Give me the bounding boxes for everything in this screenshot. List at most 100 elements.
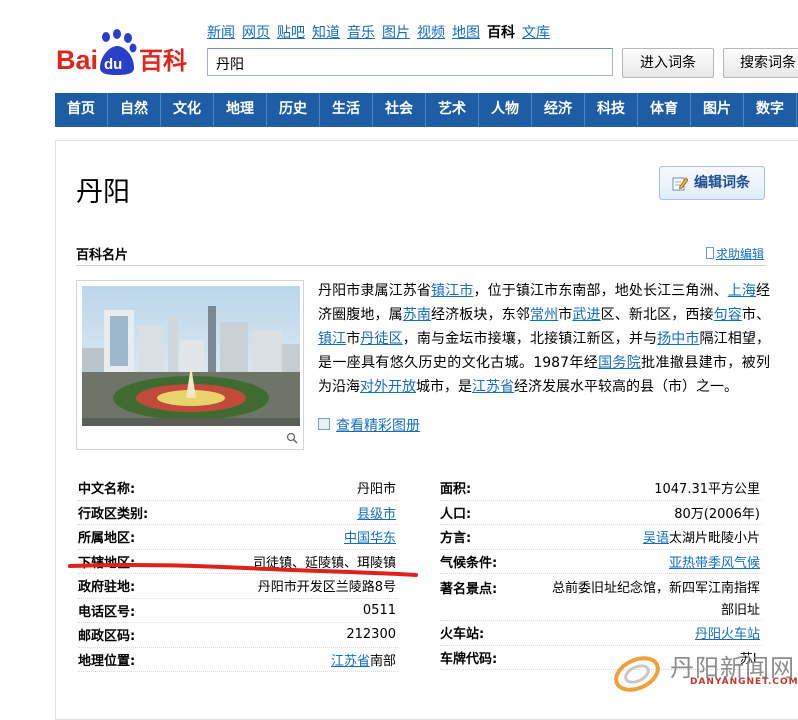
enter-entry-button[interactable]: 进入词条 [622, 48, 714, 78]
summary-text-segment: 市、 [741, 307, 771, 323]
bulb-icon [706, 247, 714, 259]
summary-link[interactable]: 镇江市 [431, 283, 473, 299]
category-geography[interactable]: 地理 [214, 93, 267, 127]
summary-link[interactable]: 苏南 [403, 307, 431, 323]
category-home[interactable]: 首页 [55, 93, 108, 127]
page-title: 丹阳 [76, 177, 130, 208]
product-link-tieba[interactable]: 贴吧 [277, 25, 305, 41]
section-title: 百科名片 [76, 248, 129, 263]
summary-text-segment: 城市，是 [416, 379, 472, 395]
category-nature[interactable]: 自然 [108, 93, 161, 127]
summary-link[interactable]: 武进 [572, 307, 600, 323]
info-label: 人口: [440, 506, 472, 522]
category-economy[interactable]: 经济 [532, 93, 585, 127]
summary-link[interactable]: 镇江 [318, 331, 346, 347]
info-value[interactable]: 中国华东 [344, 527, 396, 546]
product-nav: 新闻 网页 贴吧 知道 音乐 图片 视频 地图 百科 文库 [207, 22, 557, 42]
info-value: 丹阳市 [356, 482, 396, 498]
info-value-text: 太湖片毗陵小片 [668, 531, 760, 547]
red-underline-annotation [68, 562, 418, 577]
gallery-link[interactable]: 查看精彩图册 [318, 415, 420, 435]
summary-link[interactable]: 扬中市 [657, 331, 699, 347]
info-label: 车牌代码: [440, 651, 498, 667]
summary-text-segment: 丹阳市隶属江苏省 [318, 283, 432, 299]
category-digital[interactable]: 数字 [744, 93, 797, 127]
info-value: 0511 [362, 602, 396, 618]
category-culture[interactable]: 文化 [161, 93, 214, 127]
search-input[interactable]: 丹阳 [207, 48, 613, 76]
logo-baike-text: 百科 [139, 47, 187, 75]
summary-text-segment: 区、新北区，西接 [600, 307, 714, 323]
watermark-url: DANYANGNET.COM [690, 677, 798, 687]
section-divider [76, 265, 766, 266]
product-link-video[interactable]: 视频 [417, 25, 445, 41]
info-value: 江苏省南部 [331, 650, 396, 669]
gallery-link-label: 查看精彩图册 [336, 418, 420, 434]
category-nav: 首页 自然 文化 地理 历史 生活 社会 艺术 人物 经济 科技 体育 图片 数… [55, 93, 798, 127]
product-link-music[interactable]: 音乐 [347, 25, 375, 41]
logo-du-text: du [104, 56, 122, 73]
info-value: 1047.31平方公里 [654, 482, 760, 498]
info-label: 著名景点: [440, 582, 498, 597]
search-entry-button[interactable]: 搜索词条 [723, 48, 798, 78]
summary-text: 丹阳市隶属江苏省镇江市，位于镇江市东南部，地处长江三角洲、上海经济圈腹地，属苏南… [318, 279, 770, 399]
info-label: 所属地区: [78, 531, 136, 547]
zoom-icon[interactable] [286, 432, 298, 444]
info-value[interactable]: 亚热带季风气候 [669, 552, 760, 571]
summary-text-segment: ，位于镇江市东南部，地处长江三角洲、 [473, 283, 728, 299]
info-label: 电话区号: [78, 604, 136, 620]
summary-link[interactable]: 江苏省 [472, 379, 514, 395]
info-row: 火车站: 丹阳火车站 [440, 621, 762, 646]
info-value[interactable]: 县级市 [357, 503, 396, 522]
category-sports[interactable]: 体育 [638, 93, 691, 127]
summary-text-segment: 经济发展水平较高的县（市）之一。 [514, 379, 738, 395]
help-edit-label: 求助编辑 [716, 247, 765, 261]
category-people[interactable]: 人物 [479, 93, 532, 127]
info-row: 邮政区码: 212300 [78, 623, 398, 648]
info-label: 行政区类别: [78, 506, 149, 522]
info-label: 方言: [440, 531, 472, 547]
info-row: 气候条件: 亚热带季风气候 [440, 550, 762, 574]
info-row: 面积: 1047.31平方公里 [440, 476, 762, 501]
summary-link[interactable]: 国务院 [598, 355, 641, 371]
baidu-baike-logo[interactable]: Bai du 百科 [56, 28, 196, 78]
city-photo-frame[interactable] [76, 280, 304, 450]
info-value[interactable]: 丹阳火车站 [695, 623, 760, 642]
product-link-map[interactable]: 地图 [452, 25, 480, 41]
info-label: 气候条件: [440, 555, 498, 571]
summary-link[interactable]: 对外开放 [360, 379, 416, 395]
product-link-web[interactable]: 网页 [242, 25, 270, 41]
summary-link[interactable]: 常州 [530, 307, 558, 323]
category-art[interactable]: 艺术 [426, 93, 479, 127]
edit-entry-label: 编辑词条 [694, 175, 750, 191]
info-row: 中文名称: 丹阳市 [78, 476, 398, 501]
help-edit-link[interactable]: 求助编辑 [706, 245, 764, 262]
category-images[interactable]: 图片 [691, 93, 744, 127]
info-value: 吴语太湖片毗陵小片 [643, 527, 760, 546]
info-value-link[interactable]: 吴语 [643, 531, 669, 546]
info-label: 地理位置: [78, 653, 136, 669]
product-link-images[interactable]: 图片 [382, 25, 410, 41]
category-society[interactable]: 社会 [373, 93, 426, 127]
edit-entry-button[interactable]: 编辑词条 [659, 166, 765, 200]
summary-text-segment: ，南与金坛市接壤，北接镇江新区，并与 [402, 331, 658, 347]
summary-link[interactable]: 上海 [728, 283, 756, 299]
category-life[interactable]: 生活 [320, 93, 373, 127]
pencil-note-icon [672, 177, 688, 191]
summary-link[interactable]: 丹徒区 [360, 331, 402, 347]
category-history[interactable]: 历史 [267, 93, 320, 127]
summary-text-segment: 经济板块，东邻 [431, 307, 530, 323]
info-row: 人口: 80万(2006年) [440, 501, 762, 525]
info-label: 面积: [440, 482, 472, 498]
product-link-zhidao[interactable]: 知道 [312, 25, 340, 41]
info-row: 方言: 吴语太湖片毗陵小片 [440, 525, 762, 550]
category-tech[interactable]: 科技 [585, 93, 638, 127]
product-link-wenku[interactable]: 文库 [522, 25, 550, 41]
info-value-link[interactable]: 江苏省 [331, 654, 370, 669]
info-row: 行政区类别: 县级市 [78, 501, 398, 525]
city-photo [82, 286, 300, 426]
info-value: 总前委旧址纪念馆，新四军江南指挥部旧址 [551, 581, 760, 618]
product-link-news[interactable]: 新闻 [207, 25, 235, 41]
info-label: 中文名称: [78, 482, 136, 498]
summary-link[interactable]: 句容 [714, 307, 742, 323]
